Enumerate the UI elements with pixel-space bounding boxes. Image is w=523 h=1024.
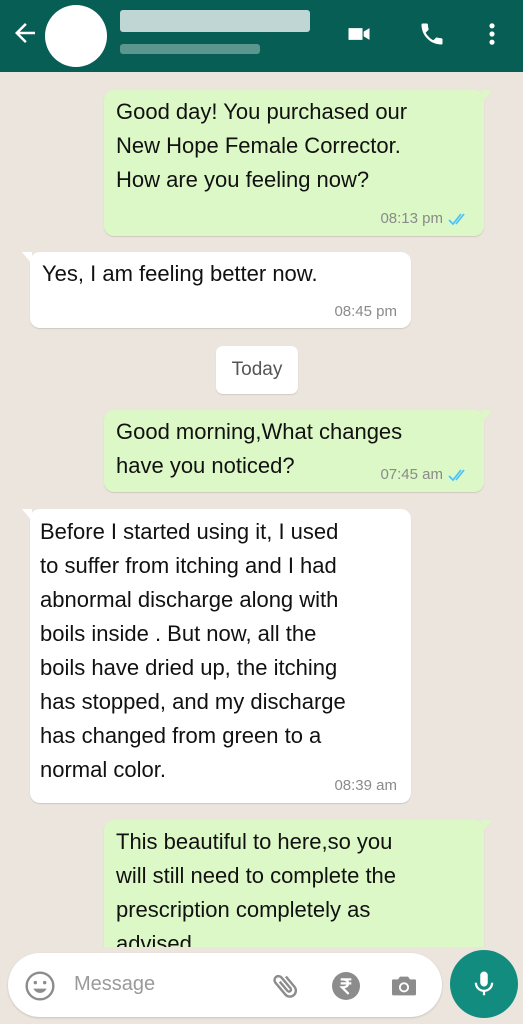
mic-button[interactable]: [450, 950, 518, 1018]
message-line: prescription completely as: [116, 897, 371, 922]
message-line: to suffer from itching and I had: [40, 553, 337, 578]
message-time: 07:45 am: [380, 466, 443, 483]
message-line: Before I started using it, I used: [40, 519, 339, 544]
message-meta: 07:45 am: [380, 466, 470, 484]
message-text: Good morning,What changes have you notic…: [116, 415, 402, 483]
message-bubble-outgoing[interactable]: Good day! You purchased our New Hope Fem…: [104, 90, 492, 236]
contact-status-redacted: [120, 44, 260, 54]
message-line: will still need to complete the: [116, 863, 397, 888]
camera-icon[interactable]: [388, 970, 420, 1002]
double-check-icon: [448, 213, 465, 226]
message-line: has stopped, and my discharge: [40, 689, 346, 714]
message-line: boils inside . But now, all the: [40, 621, 317, 646]
message-bubble-incoming[interactable]: Yes, I am feeling better now. 08:45 pm: [22, 252, 411, 328]
message-text: Good day! You purchased our New Hope Fem…: [116, 95, 407, 197]
mic-icon: [474, 971, 494, 996]
message-list[interactable]: Good day! You purchased our New Hope Fem…: [0, 72, 523, 947]
message-line: This beautiful to here,so you: [116, 829, 393, 854]
bubble-tail: [482, 410, 492, 422]
message-line: boils have dried up, the itching: [40, 655, 338, 680]
message-text: Yes, I am feeling better now.: [42, 257, 318, 291]
message-text: Before I started using it, I used to suf…: [40, 515, 346, 787]
message-input[interactable]: Message: [74, 973, 155, 996]
message-line: advised: [116, 931, 192, 947]
chat-header: [0, 0, 523, 72]
video-call-icon[interactable]: [345, 20, 373, 48]
message-line: normal color.: [40, 757, 166, 782]
bubble-tail: [482, 90, 492, 102]
emoji-icon[interactable]: [24, 970, 56, 1002]
arrow-left-icon[interactable]: [10, 18, 40, 48]
double-check-icon: [448, 469, 465, 482]
message-time: 08:39 am: [334, 777, 397, 794]
message-meta: 08:39 am: [334, 777, 397, 795]
message-time: 08:13 pm: [380, 210, 443, 227]
message-bubble-outgoing[interactable]: This beautiful to here,so you will still…: [104, 820, 492, 947]
voice-call-icon[interactable]: [418, 20, 446, 48]
message-composer[interactable]: Message: [8, 953, 442, 1017]
message-line: has changed from green to a: [40, 723, 322, 748]
contact-name-redacted[interactable]: [120, 10, 310, 32]
message-text: This beautiful to here,so you will still…: [116, 825, 396, 947]
message-line: Yes, I am feeling better now.: [42, 261, 318, 286]
message-line: New Hope Female Corrector.: [116, 133, 401, 158]
message-meta: 08:45 pm: [334, 303, 397, 321]
bubble-tail: [22, 509, 32, 521]
message-line: How are you feeling now?: [116, 167, 370, 192]
message-line: abnormal discharge along with: [40, 587, 339, 612]
more-vertical-icon[interactable]: [478, 20, 506, 48]
bubble-tail: [482, 820, 492, 832]
message-line: have you noticed?: [116, 453, 295, 478]
message-bubble-outgoing[interactable]: Good morning,What changes have you notic…: [104, 410, 492, 492]
message-line: Good day! You purchased our: [116, 99, 408, 124]
bubble-tail: [22, 252, 32, 264]
contact-avatar[interactable]: [45, 5, 107, 67]
message-meta: 08:13 pm: [380, 210, 470, 228]
date-separator: Today: [216, 346, 298, 394]
message-time: 08:45 pm: [334, 303, 397, 320]
rupee-payment-icon[interactable]: [330, 970, 362, 1002]
attach-icon[interactable]: [270, 970, 302, 1002]
message-line: Good morning,What changes: [116, 419, 403, 444]
message-bubble-incoming[interactable]: Before I started using it, I used to suf…: [22, 509, 411, 803]
